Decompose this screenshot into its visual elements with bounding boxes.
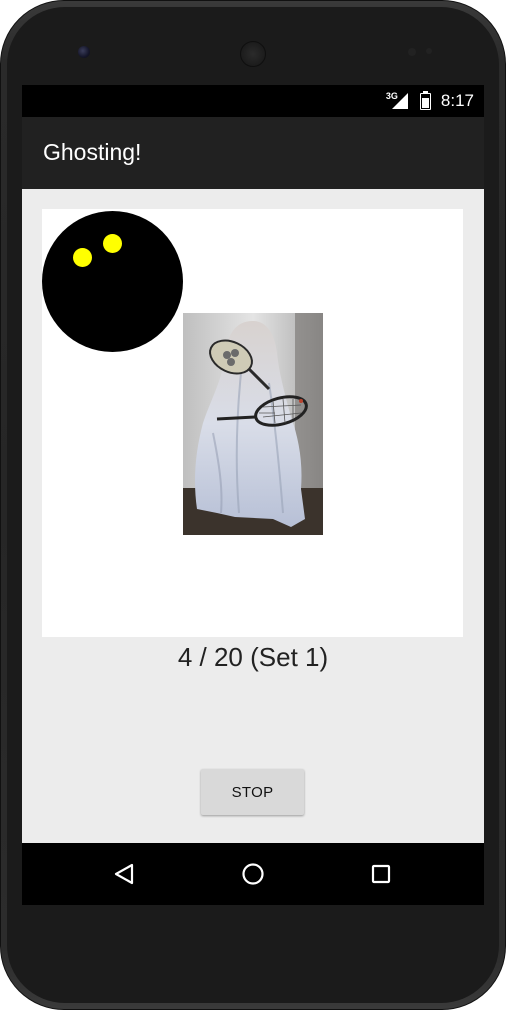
app-title: Ghosting! [43, 139, 142, 165]
stop-button[interactable]: STOP [201, 769, 304, 815]
proximity-sensor [408, 48, 416, 56]
home-circle-icon [242, 863, 264, 885]
ghost-with-rackets-image [183, 313, 323, 535]
ball-yellow-dot-left [73, 248, 92, 267]
earpiece-speaker [240, 41, 266, 67]
home-button[interactable] [223, 843, 283, 905]
back-triangle-icon [114, 863, 134, 885]
squash-ball-icon [42, 211, 183, 352]
recents-square-icon [371, 864, 391, 884]
back-button[interactable] [94, 843, 154, 905]
rep-counter: 4 / 20 (Set 1) [177, 642, 329, 672]
light-sensor [426, 48, 432, 54]
nav-bar [22, 843, 484, 905]
main-content: 4 / 20 (Set 1) STOP [22, 189, 484, 843]
status-time: 8:17 [440, 91, 474, 110]
status-bar: 3G 8:17 [22, 85, 484, 117]
ball-yellow-dot-right [103, 234, 122, 253]
network-indicator: 3G [386, 91, 408, 111]
app-bar: Ghosting! [22, 117, 484, 189]
game-area [42, 209, 463, 637]
battery-icon [419, 90, 431, 110]
front-camera [78, 46, 90, 58]
signal-icon [391, 93, 408, 109]
phone-frame: 3G 8:17 Ghosting! 4 / 20 (Set 1) STOP [0, 0, 506, 1010]
battery-level-fill [421, 97, 429, 108]
screen: 3G 8:17 Ghosting! 4 / 20 (Set 1) STOP [22, 85, 484, 905]
status-icons: 3G 8:17 [386, 85, 474, 117]
recents-button[interactable] [351, 843, 411, 905]
